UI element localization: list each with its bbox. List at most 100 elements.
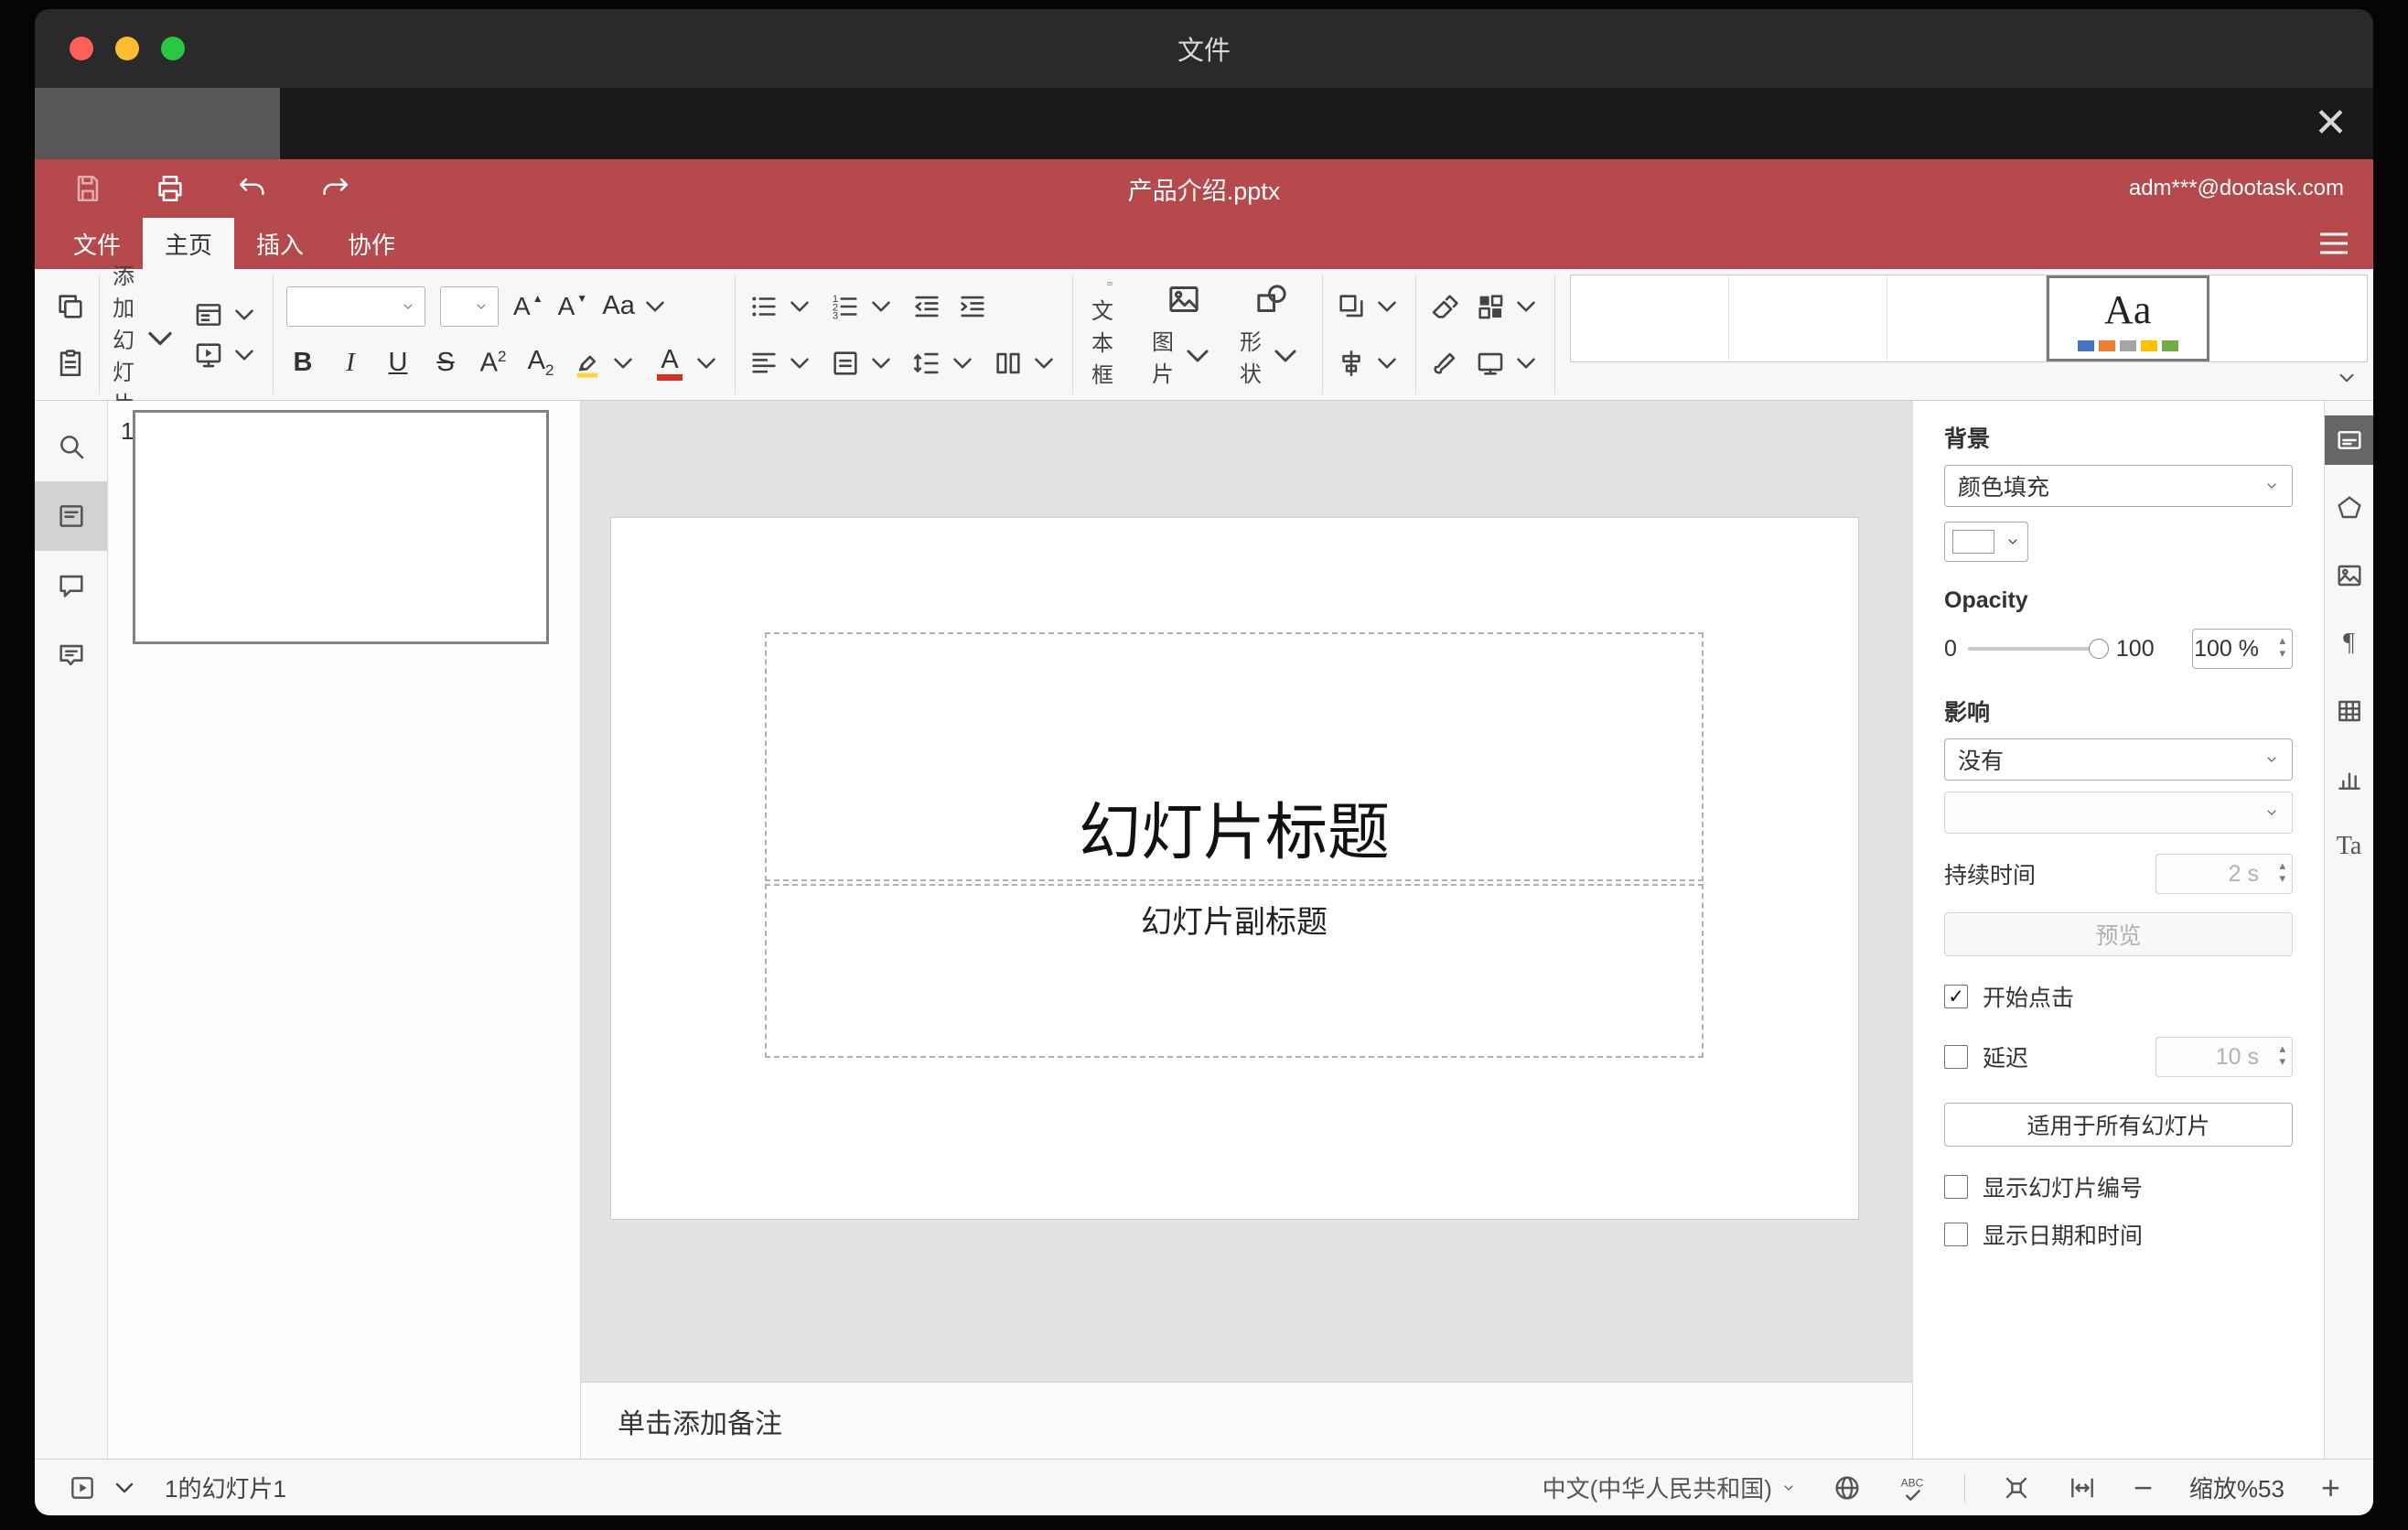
font-name-combo[interactable]	[286, 286, 425, 327]
opacity-slider-knob[interactable]	[2088, 639, 2109, 659]
fit-to-width-button[interactable]	[2068, 1473, 2097, 1503]
spellcheck-button[interactable]: ABC	[1898, 1473, 1928, 1503]
tab-collaboration[interactable]: 协作	[326, 218, 417, 269]
subscript-button[interactable]: A2	[524, 348, 557, 378]
bullets-button[interactable]	[748, 291, 815, 322]
delay-checkbox[interactable]	[1944, 1045, 1968, 1069]
paste-button[interactable]	[55, 348, 86, 379]
notes-area[interactable]: 单击添加备注	[581, 1382, 1912, 1459]
copy-button[interactable]	[55, 291, 86, 322]
fill-color-select[interactable]	[1944, 522, 2028, 562]
vertical-align-button[interactable]	[830, 348, 897, 379]
close-icon[interactable]: ✕	[2314, 103, 2348, 144]
menu-icon[interactable]	[2320, 232, 2348, 254]
change-case-button[interactable]: Aa	[602, 291, 671, 322]
slide-settings-tab[interactable]	[2324, 415, 2373, 465]
theme-option-5[interactable]	[2209, 275, 2368, 361]
set-language-button[interactable]	[1833, 1473, 1862, 1503]
slide-settings-icon	[2337, 431, 2361, 449]
slide-layout-button[interactable]	[193, 299, 260, 330]
start-slideshow-button[interactable]	[193, 339, 260, 371]
table-settings-tab[interactable]	[2325, 686, 2374, 736]
font-size-combo[interactable]	[440, 286, 499, 327]
superscript-button[interactable]: A2	[477, 349, 510, 377]
image-settings-tab[interactable]	[2325, 551, 2374, 600]
highlight-color-button[interactable]	[572, 348, 639, 379]
slide-canvas[interactable]: 幻灯片标题 幻灯片副标题	[581, 401, 1912, 1382]
insert-textbox-button[interactable]: T 文本框	[1086, 281, 1134, 389]
effect-select[interactable]: 没有	[1944, 738, 2293, 781]
horizontal-align-button[interactable]	[748, 348, 815, 379]
zoom-window-button[interactable]	[161, 37, 185, 60]
increase-indent-button[interactable]	[957, 291, 988, 322]
slide-subtitle-placeholder[interactable]: 幻灯片副标题	[765, 884, 1704, 1058]
underline-button[interactable]: U	[382, 350, 414, 376]
tab-insert[interactable]: 插入	[234, 218, 326, 269]
delay-spinner[interactable]: 10 s ▴ ▾	[2155, 1037, 2293, 1077]
textart-settings-tab[interactable]: Ta	[2325, 822, 2374, 871]
chevron-down-icon[interactable]	[110, 1473, 139, 1503]
search-panel-button[interactable]	[35, 412, 107, 481]
copy-style-button[interactable]	[1429, 348, 1460, 379]
show-slide-number-checkbox[interactable]	[1944, 1175, 1968, 1199]
theme-option-1[interactable]	[1571, 275, 1730, 361]
tab-home[interactable]: 主页	[143, 218, 235, 269]
zoom-in-button[interactable]: +	[2321, 1471, 2340, 1504]
undo-button[interactable]	[232, 168, 273, 209]
color-scheme-button[interactable]	[1475, 291, 1542, 322]
font-color-button[interactable]: A	[653, 347, 722, 381]
spinner-arrows-icon[interactable]: ▴ ▾	[2279, 1042, 2285, 1067]
start-slideshow-status-button[interactable]	[68, 1473, 97, 1503]
paragraph-settings-tab[interactable]: ¶	[2325, 619, 2374, 668]
increase-font-button[interactable]: A	[513, 292, 543, 321]
opacity-slider[interactable]	[1967, 639, 2109, 659]
add-slide-button[interactable]: 添加幻灯片	[113, 264, 180, 417]
slides-panel-button[interactable]	[35, 481, 107, 551]
minimize-window-button[interactable]	[115, 37, 139, 60]
insert-image-button[interactable]: 图片	[1146, 281, 1221, 389]
insert-shape-button[interactable]: 形状	[1234, 281, 1309, 389]
clear-style-button[interactable]	[1429, 291, 1460, 322]
slide-title-placeholder[interactable]: 幻灯片标题	[765, 632, 1704, 881]
print-button[interactable]	[150, 168, 190, 209]
theme-option-2[interactable]	[1729, 275, 1888, 361]
theme-option-selected[interactable]: Aa	[2046, 275, 2209, 361]
start-on-click-checkbox[interactable]	[1944, 985, 1968, 1008]
slide-size-button[interactable]	[1475, 348, 1542, 379]
chart-settings-tab[interactable]	[2325, 754, 2374, 803]
redo-button[interactable]	[315, 168, 355, 209]
fit-to-slide-button[interactable]	[2002, 1473, 2031, 1503]
bold-button[interactable]: B	[286, 350, 319, 376]
tab-file[interactable]: 文件	[51, 218, 143, 269]
shape-settings-tab[interactable]	[2325, 483, 2374, 533]
apply-to-all-button[interactable]: 适用于所有幻灯片	[1944, 1103, 2293, 1147]
theme-gallery-expand-button[interactable]	[2326, 366, 2368, 394]
close-window-button[interactable]	[70, 37, 93, 60]
zoom-out-button[interactable]: −	[2134, 1471, 2153, 1504]
preview-button[interactable]: 预览	[1944, 912, 2293, 956]
comments-panel-button[interactable]	[35, 551, 107, 620]
align-shapes-button[interactable]	[1336, 348, 1403, 379]
line-spacing-button[interactable]	[911, 348, 978, 379]
start-on-click-label: 开始点击	[1983, 986, 2075, 1011]
language-selector[interactable]: 中文(中华人民共和国)	[1543, 1471, 1796, 1504]
decrease-font-button[interactable]: A	[558, 292, 588, 321]
feedback-panel-button[interactable]	[35, 620, 107, 690]
effect-variant-select[interactable]	[1944, 792, 2293, 834]
strikethrough-button[interactable]: S	[429, 350, 462, 376]
duration-spinner[interactable]: 2 s ▴ ▾	[2155, 854, 2293, 894]
slide-thumbnail[interactable]	[133, 410, 549, 644]
fill-type-select[interactable]: 颜色填充	[1944, 465, 2293, 507]
columns-button[interactable]	[993, 348, 1059, 379]
decrease-indent-button[interactable]	[911, 291, 942, 322]
spinner-arrows-icon[interactable]: ▴ ▾	[2279, 859, 2285, 884]
arrange-shapes-button[interactable]	[1336, 291, 1403, 322]
spinner-arrows-icon[interactable]: ▴ ▾	[2279, 634, 2285, 659]
opacity-spinner[interactable]: 100 % ▴ ▾	[2192, 629, 2293, 669]
slide[interactable]: 幻灯片标题 幻灯片副标题	[610, 517, 1859, 1220]
italic-button[interactable]: I	[334, 350, 367, 376]
theme-option-3[interactable]	[1887, 275, 2047, 361]
numbering-button[interactable]: 123	[830, 291, 897, 322]
save-button[interactable]	[68, 168, 108, 209]
show-datetime-checkbox[interactable]	[1944, 1223, 1968, 1246]
